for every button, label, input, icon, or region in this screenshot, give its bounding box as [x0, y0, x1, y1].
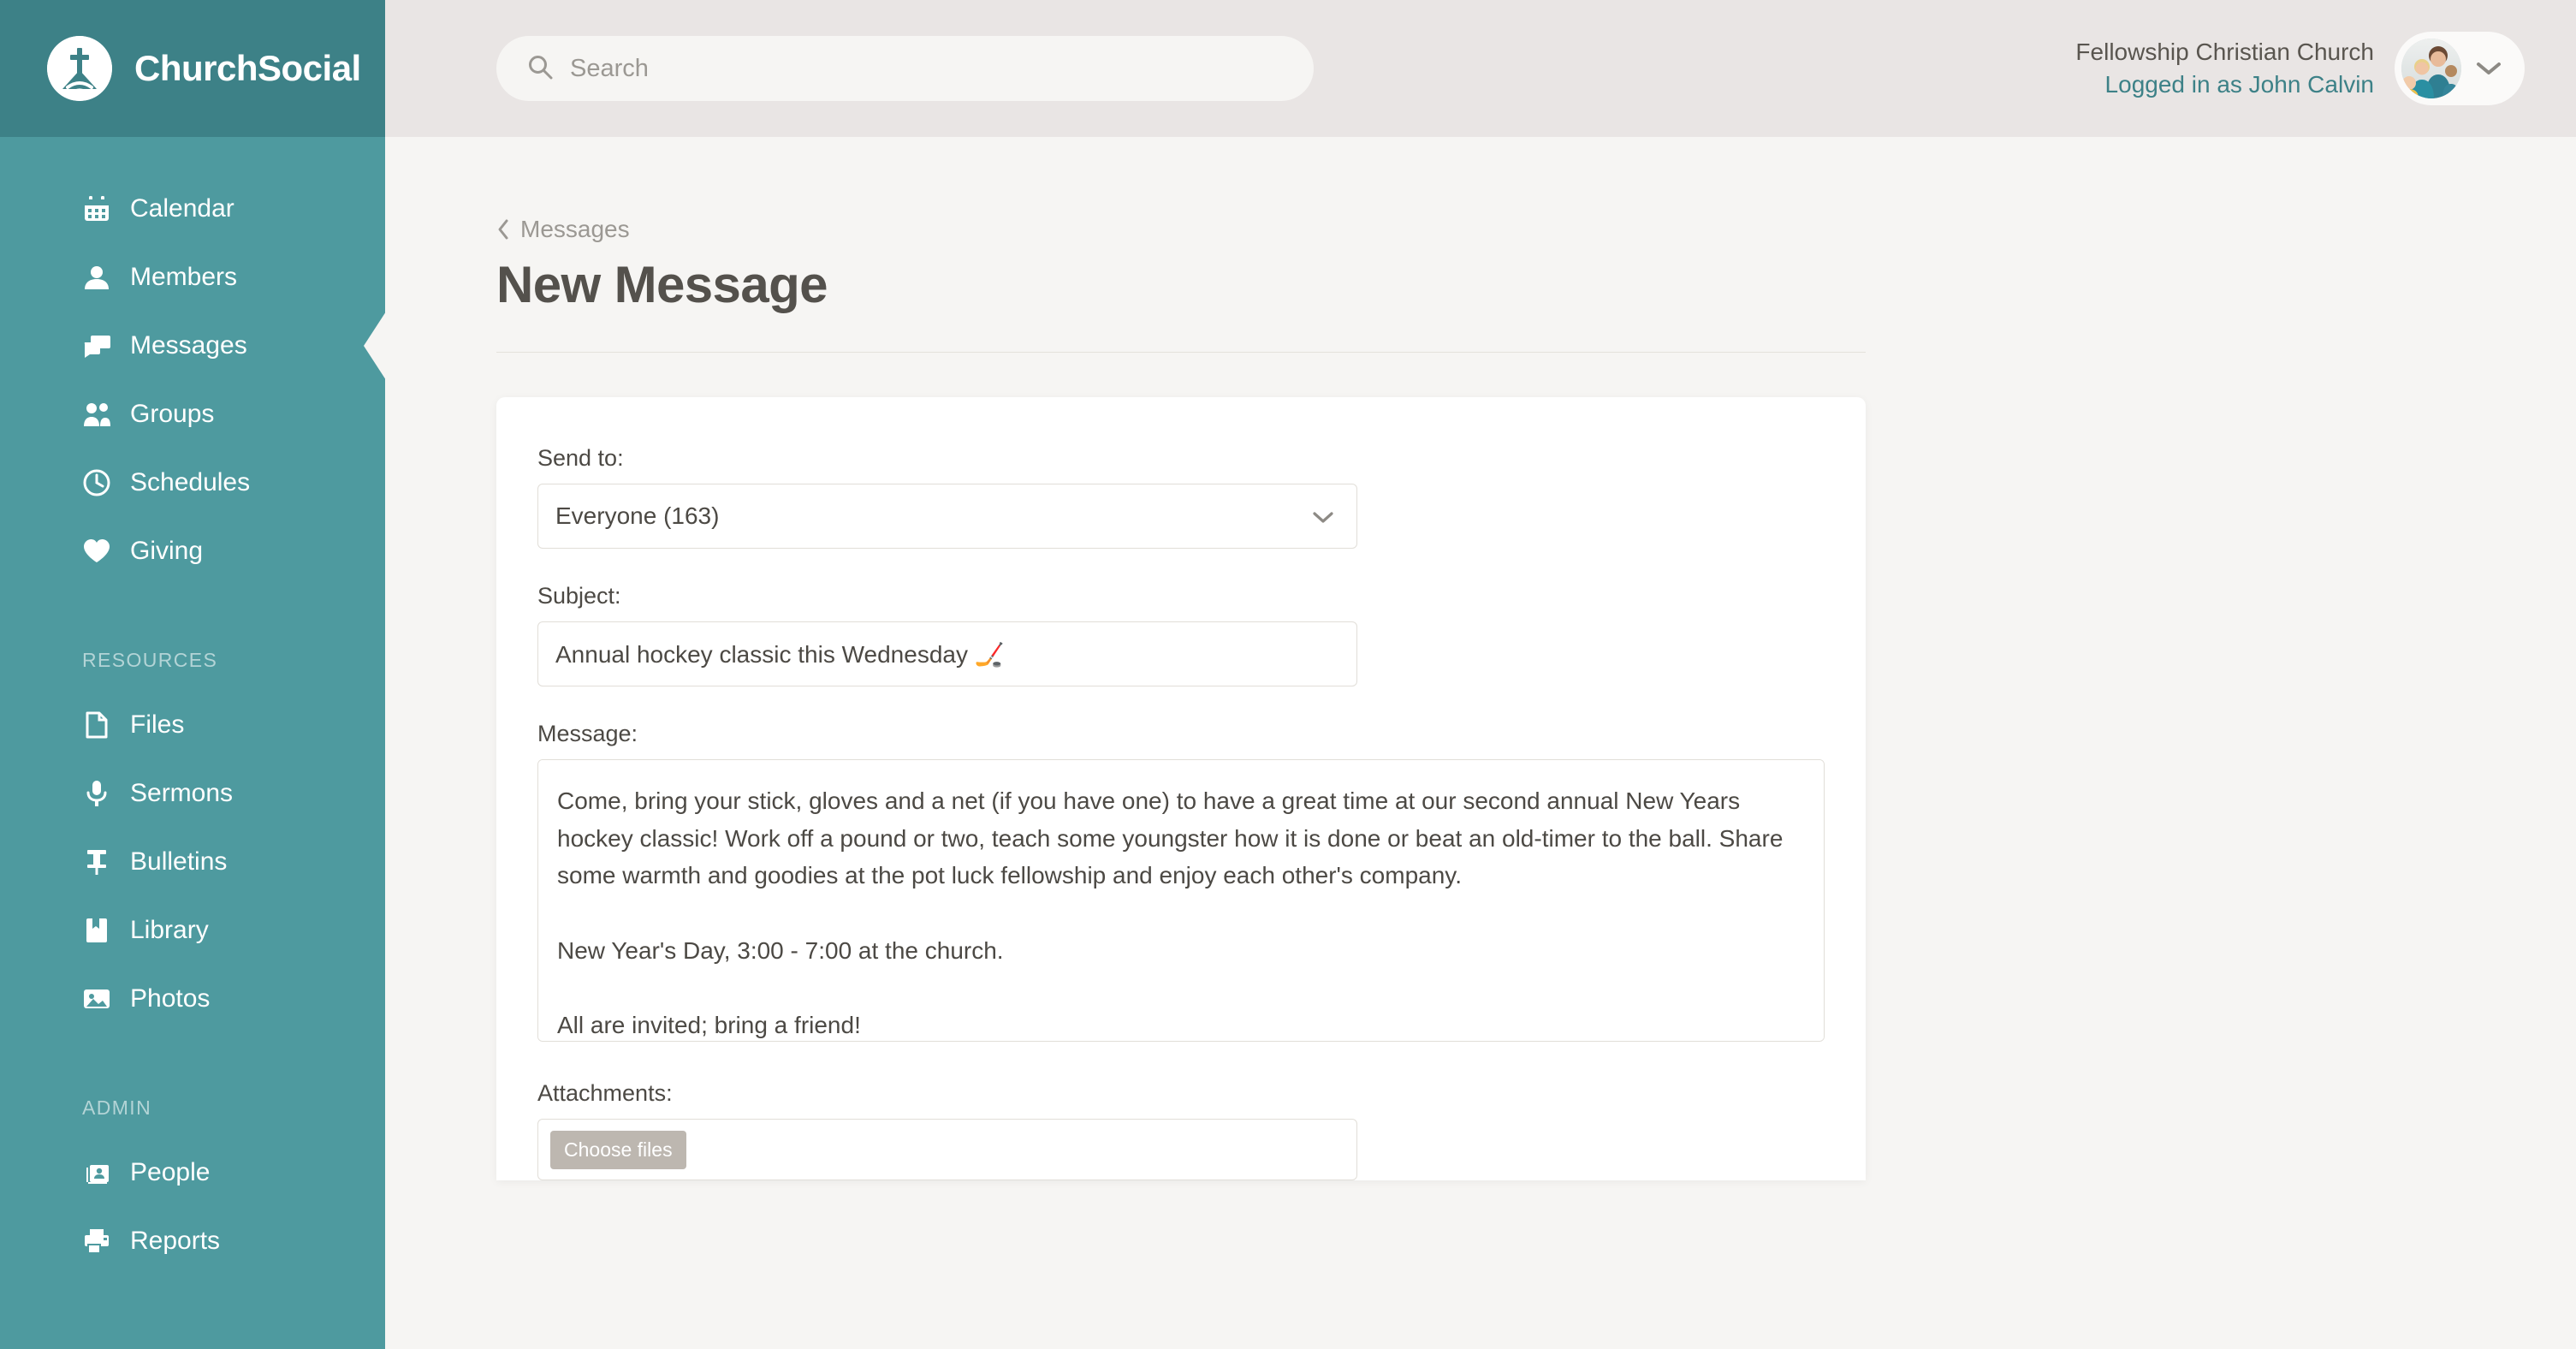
subject-label: Subject: [537, 583, 621, 609]
sidebar-item-label: Messages [130, 331, 247, 360]
attachments-file-box[interactable]: Choose files [537, 1119, 1357, 1180]
sidebar-item-files[interactable]: Files [0, 691, 385, 759]
sidebar-item-label: Schedules [130, 468, 251, 496]
sidebar-section-admin: ADMIN [82, 1096, 152, 1119]
sidebar-item-reports[interactable]: Reports [0, 1207, 385, 1275]
breadcrumb-label[interactable]: Messages [520, 216, 630, 243]
field-message: Message: [537, 721, 1825, 1046]
search-box[interactable] [496, 36, 1314, 101]
page-content: Messages New Message Send to: Everyone (… [385, 137, 2576, 1180]
church-name: Fellowship Christian Church [2075, 39, 2374, 66]
avatar [2401, 39, 2461, 98]
sidebar-nav: Calendar Members Messages Groups Schedul… [0, 137, 385, 1275]
logged-in-label[interactable]: Logged in as John Calvin [2075, 68, 2374, 101]
brand-name: ChurchSocial [134, 48, 361, 88]
sidebar-item-label: Giving [130, 537, 204, 565]
sidebar-section-resources: RESOURCES [82, 649, 218, 671]
search-icon [527, 54, 553, 84]
sidebar-item-label: Photos [130, 984, 211, 1013]
microphone-icon [82, 779, 111, 808]
field-subject: Subject: [537, 583, 1825, 686]
printer-icon [82, 1227, 111, 1256]
main-area: Fellowship Christian Church Logged in as… [385, 0, 2576, 1349]
sidebar-item-label: Groups [130, 400, 215, 428]
calendar-icon [82, 194, 111, 223]
clock-icon [82, 468, 111, 497]
chat-bubbles-icon [82, 331, 111, 360]
sidebar-item-label: Sermons [130, 779, 234, 807]
chevron-left-icon [496, 218, 510, 241]
sidebar-item-giving[interactable]: Giving [0, 517, 385, 585]
new-message-form-card: Send to: Everyone (163) Subject: Annual … [496, 397, 1866, 1180]
id-card-icon [82, 1158, 111, 1187]
sidebar: ChurchSocial Calendar Members Messages G… [0, 0, 385, 1349]
user-menu[interactable]: Fellowship Christian Church Logged in as… [2075, 32, 2525, 105]
sidebar-item-library[interactable]: Library [0, 896, 385, 965]
sidebar-item-calendar[interactable]: Calendar [0, 175, 385, 243]
sidebar-item-bulletins[interactable]: Bulletins [0, 828, 385, 896]
heart-icon [82, 537, 111, 566]
sidebar-item-label: Reports [130, 1227, 221, 1255]
sidebar-item-label: People [130, 1158, 211, 1186]
user-pill[interactable] [2395, 32, 2525, 105]
subject-input[interactable] [537, 621, 1357, 686]
sidebar-item-messages[interactable]: Messages [0, 312, 385, 380]
app-window: ChurchSocial Calendar Members Messages G… [0, 0, 2576, 1349]
send-to-select[interactable]: Everyone (163) [537, 484, 1357, 549]
field-attachments: Attachments: Choose files [537, 1080, 1825, 1180]
header-divider [496, 352, 1866, 353]
sidebar-item-label: Members [130, 263, 238, 291]
sidebar-item-label: Files [130, 710, 185, 739]
attachments-label: Attachments: [537, 1080, 673, 1106]
message-label: Message: [537, 721, 638, 746]
search-input[interactable] [570, 54, 1255, 83]
church-cross-logo-icon [47, 36, 112, 101]
sidebar-item-photos[interactable]: Photos [0, 965, 385, 1033]
field-send-to: Send to: Everyone (163) [537, 445, 1825, 549]
file-icon [82, 710, 111, 740]
sidebar-item-groups[interactable]: Groups [0, 380, 385, 449]
sidebar-item-label: Calendar [130, 194, 234, 223]
brand-header[interactable]: ChurchSocial [0, 0, 385, 137]
sidebar-item-label: Bulletins [130, 847, 228, 876]
chevron-down-icon[interactable] [2475, 60, 2502, 77]
sidebar-item-label: Library [130, 916, 209, 944]
sidebar-item-members[interactable]: Members [0, 243, 385, 312]
sidebar-item-schedules[interactable]: Schedules [0, 449, 385, 517]
chevron-down-icon [1312, 502, 1334, 530]
send-to-value: Everyone (163) [555, 502, 720, 529]
page-title: New Message [496, 256, 828, 313]
sidebar-item-sermons[interactable]: Sermons [0, 759, 385, 828]
user-text: Fellowship Christian Church Logged in as… [2075, 36, 2374, 101]
choose-files-button[interactable]: Choose files [550, 1130, 686, 1169]
image-icon [82, 984, 111, 1013]
pushpin-icon [82, 847, 111, 877]
breadcrumb[interactable]: Messages [496, 216, 2576, 243]
group-icon [82, 400, 111, 429]
book-icon [82, 916, 111, 945]
sidebar-item-people[interactable]: People [0, 1138, 385, 1207]
send-to-label: Send to: [537, 445, 624, 471]
person-icon [82, 263, 111, 292]
message-textarea[interactable] [537, 759, 1825, 1042]
topbar: Fellowship Christian Church Logged in as… [385, 0, 2576, 137]
